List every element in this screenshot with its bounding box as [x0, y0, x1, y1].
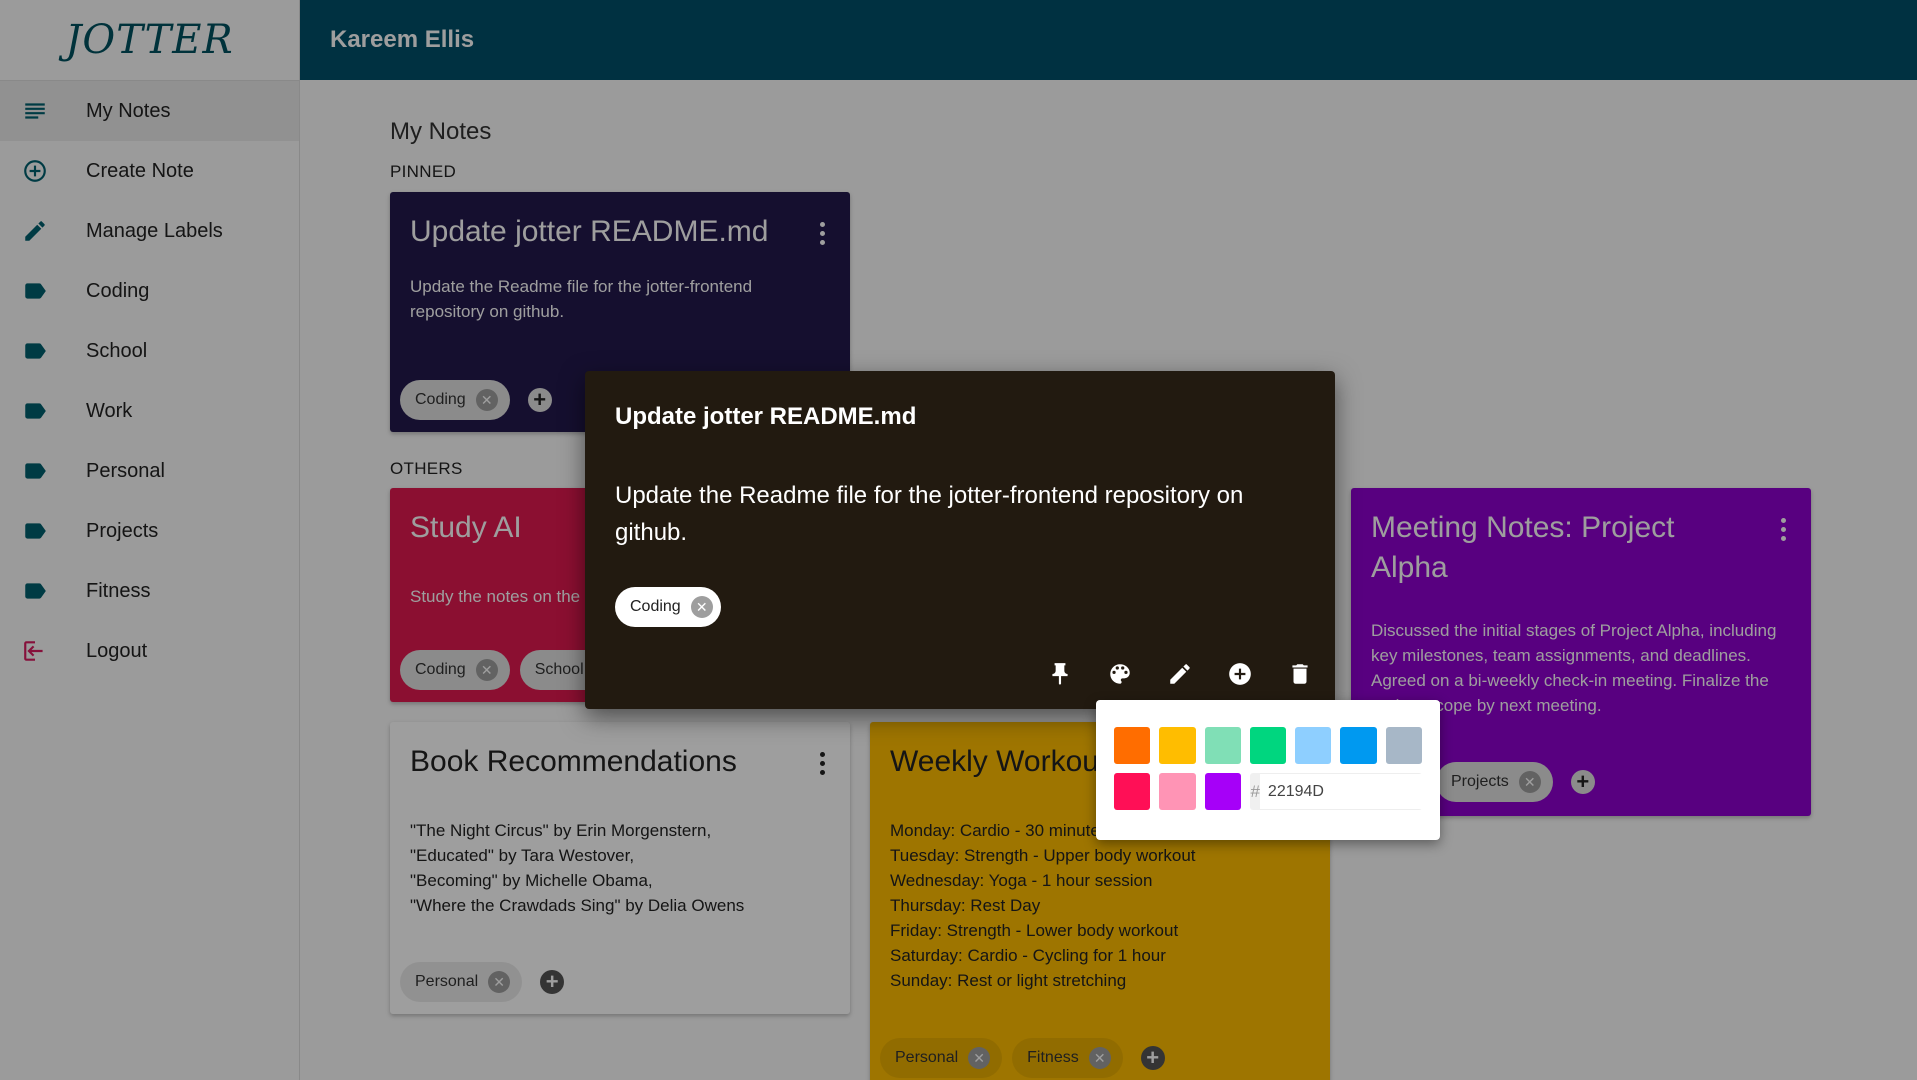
hex-hash-prefix: # [1250, 773, 1260, 810]
modal-note-title: Update jotter README.md [615, 403, 917, 430]
color-swatch[interactable] [1204, 727, 1241, 764]
label-text: Coding [630, 598, 681, 615]
color-swatch[interactable] [1114, 727, 1151, 764]
swatch-row: # [1114, 773, 1423, 810]
color-swatch[interactable] [1114, 773, 1151, 810]
modal-label-chip[interactable]: Coding ✕ [615, 587, 721, 627]
color-picker-popover: # [1096, 700, 1440, 840]
trash-icon[interactable] [1285, 659, 1315, 689]
color-swatch[interactable] [1295, 727, 1332, 764]
pencil-icon[interactable] [1165, 659, 1195, 689]
color-swatch[interactable] [1204, 773, 1242, 810]
remove-label-icon[interactable]: ✕ [690, 596, 713, 618]
add-circle-icon[interactable] [1225, 659, 1255, 689]
hex-color-field[interactable]: # [1250, 773, 1423, 810]
color-swatch[interactable] [1159, 727, 1196, 764]
color-swatch[interactable] [1249, 727, 1287, 764]
hex-color-input[interactable] [1259, 773, 1423, 810]
color-swatch[interactable] [1385, 727, 1422, 764]
color-swatch[interactable] [1340, 727, 1377, 764]
color-swatch[interactable] [1159, 773, 1196, 810]
modal-actions [1045, 659, 1315, 689]
pin-icon[interactable] [1045, 659, 1075, 689]
note-edit-modal: Update jotter README.md Update the Readm… [585, 371, 1335, 709]
swatch-row [1114, 727, 1422, 764]
modal-note-body: Update the Readme file for the jotter-fr… [615, 482, 1244, 546]
palette-icon[interactable] [1105, 659, 1135, 689]
